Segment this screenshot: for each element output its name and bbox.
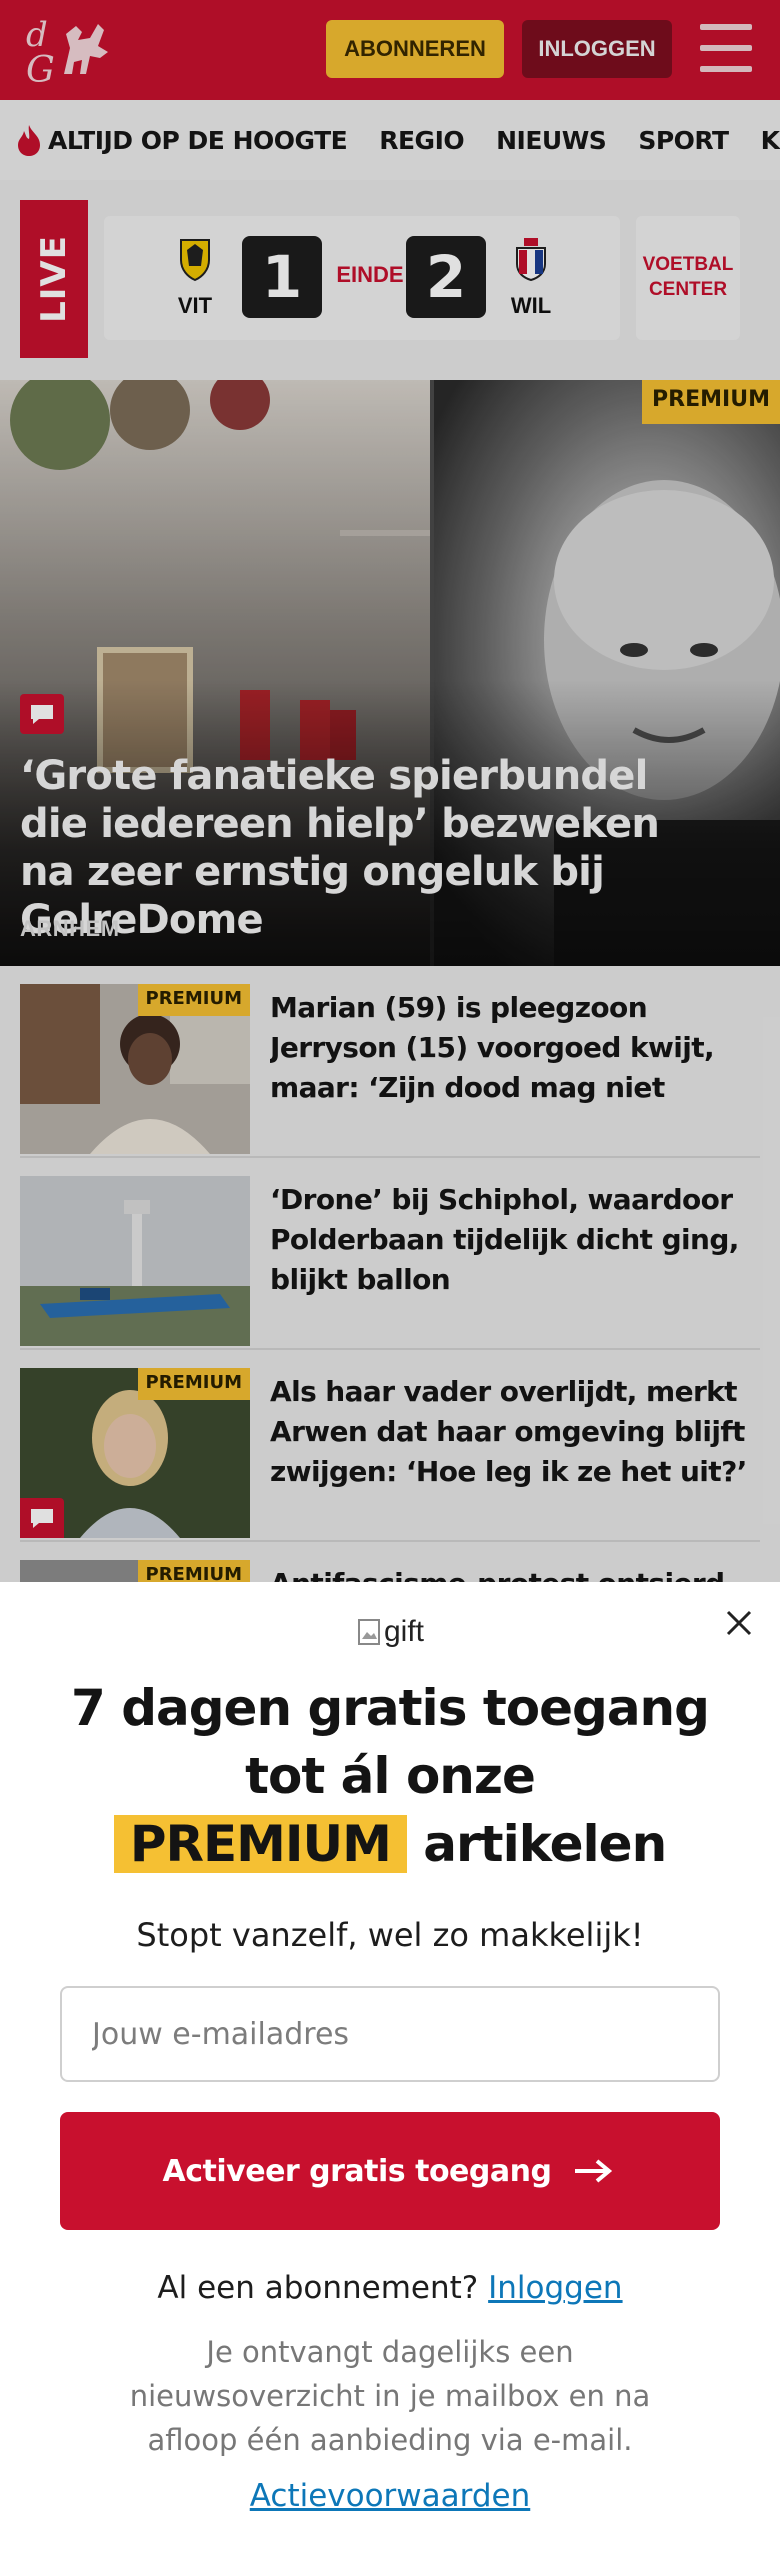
terms-link[interactable]: Actievoorwaarden <box>250 2478 531 2514</box>
premium-trial-modal: gift 7 dagen gratis toegang tot ál onze … <box>0 1582 780 2560</box>
already-subscribed-text: Al een abonnement? <box>157 2270 479 2306</box>
terms-line: Actievoorwaarden <box>0 2478 780 2514</box>
headline-text: 7 dagen gratis toegang tot ál onze <box>71 1679 710 1805</box>
arrow-right-icon <box>569 2151 617 2191</box>
modal-backdrop[interactable] <box>0 0 780 1582</box>
close-icon[interactable] <box>724 1608 754 1638</box>
gift-icon: gift <box>346 1610 436 1654</box>
headline-text-end: artikelen <box>423 1815 667 1873</box>
headline-premium-highlight: PREMIUM <box>113 1815 407 1873</box>
modal-headline: 7 dagen gratis toegang tot ál onze PREMI… <box>60 1674 720 1878</box>
already-subscribed-line: Al een abonnement? Inloggen <box>0 2270 780 2306</box>
modal-subtitle: Stopt vanzelf, wel zo makkelijk! <box>136 1916 644 1954</box>
newsletter-note: Je ontvangt dagelijks een nieuwsoverzich… <box>129 2335 651 2457</box>
cta-label: Activeer gratis toegang <box>162 2153 552 2189</box>
gift-alt-text: gift <box>383 1615 425 1648</box>
email-field[interactable] <box>60 1986 720 2082</box>
activate-trial-button[interactable]: Activeer gratis toegang <box>60 2112 720 2230</box>
login-link[interactable]: Inloggen <box>488 2270 622 2306</box>
